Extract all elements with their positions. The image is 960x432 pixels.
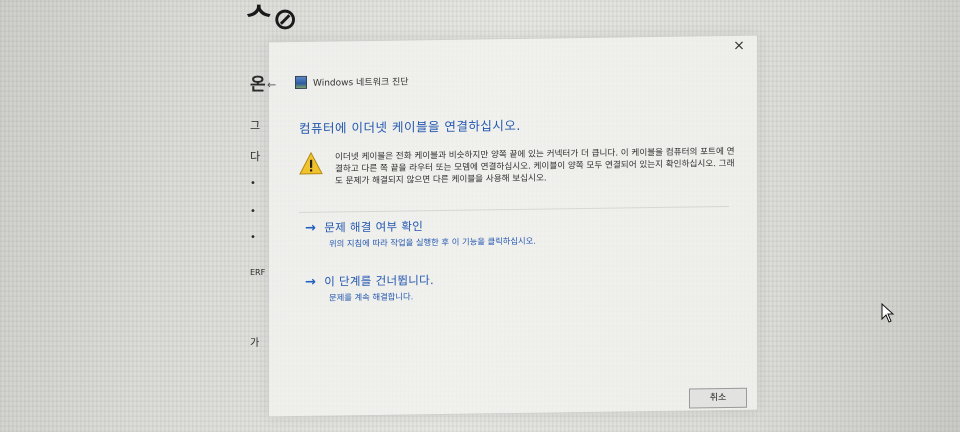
background-side-label: 그 xyxy=(250,119,261,132)
dialog-heading: 컴퓨터에 이더넷 케이블을 연결하십시오. xyxy=(299,117,521,136)
option-description: 위의 지침에 따라 작업을 실행한 후 이 기능을 클릭하십시오. xyxy=(329,235,536,249)
option-title: 문제 해결 여부 확인 xyxy=(324,219,424,235)
right-arrow-icon: → xyxy=(305,274,317,290)
background-side-label: 다 xyxy=(250,150,261,163)
background-side-label: 가 xyxy=(250,338,260,349)
background-side-bullet: • xyxy=(250,178,256,189)
warning-message: 이더넷 케이블은 전화 케이블과 비슷하지만 양쪽 끝에 있는 커넥터가 더 큽… xyxy=(299,146,739,188)
background-side-label: ERF xyxy=(250,268,266,277)
skip-step-option[interactable]: → 이 단계를 건너뜁니다. 문제를 계속 해결합니다. xyxy=(305,272,434,304)
dialog-header: Windows 네트워크 진단 xyxy=(295,74,409,90)
option-description: 문제를 계속 해결합니다. xyxy=(329,291,414,303)
cancel-button[interactable]: 취소 xyxy=(689,387,747,409)
network-diagnostics-dialog: × ← Windows 네트워크 진단 컴퓨터에 이더넷 케이블을 연결하십시오… xyxy=(267,34,758,418)
network-diagnostics-icon xyxy=(295,75,307,90)
option-title: 이 단계를 건너뜁니다. xyxy=(324,273,434,289)
background-title-glyph: ᄉ⊘ xyxy=(245,2,298,37)
warning-triangle-icon xyxy=(299,151,323,176)
mouse-pointer-icon xyxy=(881,302,895,323)
background-side-bullet: • xyxy=(250,232,256,243)
dialog-app-title: Windows 네트워크 진단 xyxy=(313,77,409,89)
background-side-bullet: • xyxy=(250,206,256,217)
divider xyxy=(299,205,729,213)
right-arrow-icon: → xyxy=(305,220,317,236)
warning-text: 이더넷 케이블은 전화 케이블과 비슷하지만 양쪽 끝에 있는 커넥터가 더 큽… xyxy=(335,146,735,187)
close-icon[interactable]: × xyxy=(729,38,749,54)
background-side-label: 온 xyxy=(250,75,266,95)
check-fixed-option[interactable]: → 문제 해결 여부 확인 위의 지침에 따라 작업을 실행한 후 이 기능을 … xyxy=(305,217,536,250)
back-arrow-icon[interactable]: ← xyxy=(267,78,276,91)
